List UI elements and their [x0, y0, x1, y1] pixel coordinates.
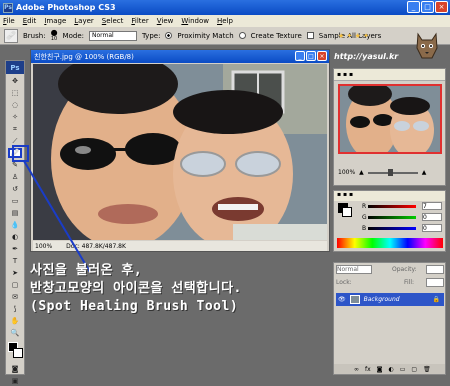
color-spectrum[interactable]	[337, 238, 443, 248]
new-layer-icon[interactable]: ▢	[411, 366, 417, 373]
opacity-field[interactable]	[426, 265, 444, 274]
g-label: G	[362, 214, 367, 221]
trash-icon[interactable]: 🗑	[423, 366, 431, 373]
r-label: R	[362, 203, 367, 210]
g-value[interactable]: 0	[422, 213, 442, 221]
navigator-zoom-slider[interactable]	[367, 168, 418, 176]
r-value[interactable]: 7	[422, 202, 442, 210]
caption-line-2: 반창고모양의 아이콘을 선택합니다.	[30, 281, 242, 296]
navigator-zoom-row: 100% ▲ ▲	[338, 168, 427, 176]
fill-label: Fill:	[404, 279, 415, 286]
zoom-slider-handle[interactable]	[387, 168, 393, 176]
color-panel: ▪ ▪ ▪ R 7 G 0 B 0	[333, 190, 446, 252]
g-slider[interactable]	[368, 216, 416, 219]
b-value[interactable]: 0	[422, 224, 442, 232]
lock-label: Lock:	[336, 279, 352, 286]
navigator-panel: ▪ ▪ ▪ 100% ▲ ▲	[333, 68, 446, 186]
b-slider[interactable]	[368, 227, 416, 230]
mask-icon[interactable]: ◙	[377, 366, 383, 373]
zoom-in-icon[interactable]: ▲	[422, 169, 427, 176]
visibility-eye-icon[interactable]: 👁	[338, 296, 346, 303]
fx-icon[interactable]: fx	[365, 366, 371, 373]
caption-line-3: (Spot Healing Brush Tool)	[30, 299, 239, 314]
bg-swatch[interactable]	[342, 207, 352, 217]
navigator-tabs: ▪ ▪ ▪	[334, 69, 445, 81]
layers-footer: ∞ fx ◙ ◐ ▭ ▢ 🗑	[334, 364, 445, 374]
folder-icon[interactable]: ▭	[400, 366, 406, 373]
caption-line-1: 사진을 불러온 후,	[30, 263, 143, 278]
annotation-arrow	[23, 160, 91, 273]
color-tabs: ▪ ▪ ▪	[334, 191, 445, 201]
b-label: B	[362, 225, 367, 232]
opacity-label: Opacity:	[392, 266, 417, 273]
r-slider[interactable]	[368, 205, 416, 208]
layers-panel: Normal Opacity: Lock: Fill: 👁 Background…	[333, 262, 446, 375]
layer-thumbnail	[349, 295, 360, 304]
layer-name: Background	[363, 296, 400, 303]
fill-field[interactable]	[426, 278, 444, 287]
highlight-box	[12, 145, 29, 162]
tutorial-caption: 사진을 불러온 후, 반창고모양의 아이콘을 선택합니다. (Spot Heal…	[30, 262, 330, 316]
lock-icon: 🔒	[432, 296, 440, 303]
adjustment-icon[interactable]: ◐	[389, 366, 394, 373]
zoom-out-icon[interactable]: ▲	[359, 169, 364, 176]
blend-mode-select[interactable]: Normal	[336, 265, 372, 274]
link-icon[interactable]: ∞	[354, 366, 359, 373]
navigator-zoom[interactable]: 100%	[338, 169, 355, 176]
layer-row-background[interactable]: 👁 Background 🔒	[336, 293, 444, 306]
navigator-thumbnail[interactable]	[338, 84, 442, 154]
